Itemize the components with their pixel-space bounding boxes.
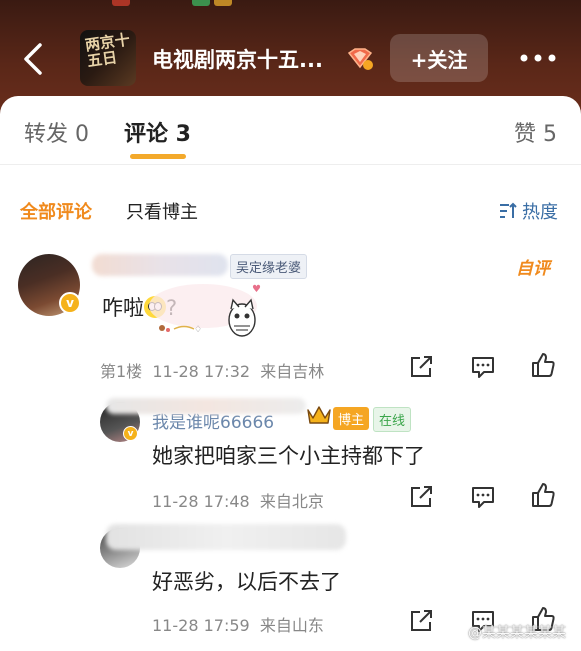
reply-time: 11-28 17:48	[152, 492, 250, 511]
comment-location: 来自吉林	[260, 362, 325, 381]
comment-icon[interactable]	[470, 354, 496, 380]
reply-meta: 11-28 17:59 来自山东	[152, 612, 324, 636]
sort-by-heat-button[interactable]: 热度	[498, 198, 558, 224]
more-icon[interactable]	[518, 52, 558, 64]
like-icon[interactable]	[530, 482, 556, 508]
verified-icon: v	[59, 292, 81, 314]
filter-all-comments[interactable]: 全部评论	[20, 198, 92, 224]
blogger-tag: 博主	[333, 407, 370, 430]
share-icon[interactable]	[408, 484, 434, 510]
status-bar	[0, 0, 581, 14]
reply-meta: 11-28 17:48 来自北京	[152, 488, 324, 512]
author-pick-tag: 自评	[516, 259, 550, 279]
tab-comments[interactable]: 评论 3	[124, 116, 191, 148]
blurred-username[interactable]	[92, 254, 228, 276]
status-icon	[112, 0, 130, 6]
share-icon[interactable]	[408, 608, 434, 634]
comment-time: 11-28 17:32	[152, 362, 251, 381]
reply-location: 来自北京	[259, 492, 324, 511]
channel-avatar[interactable]: 两京十五日	[80, 30, 136, 86]
active-tab-indicator	[130, 154, 186, 159]
status-icon	[192, 0, 210, 6]
tab-reposts[interactable]: 转发 0	[24, 116, 89, 148]
weibo-icon	[444, 625, 463, 640]
verified-icon: v	[123, 426, 138, 441]
floor-number: 第1楼	[100, 362, 143, 381]
svg-text:♥: ♥	[252, 284, 261, 295]
reply-location: 来自山东	[259, 616, 324, 635]
svg-text:♢: ♢	[194, 325, 202, 335]
watermark-text: @某某某某某某	[468, 625, 566, 641]
sort-label: 热度	[522, 202, 558, 223]
comment-meta: 第1楼 11-28 17:32 来自吉林	[100, 358, 324, 382]
channel-title[interactable]: 电视剧两京十五...	[152, 44, 323, 74]
share-icon[interactable]	[408, 354, 434, 380]
crown-icon	[307, 406, 331, 424]
watermark: @某某某某某某	[444, 622, 566, 642]
cat-sticker-icon: ♢ ♥	[149, 284, 261, 337]
status-icon	[214, 0, 232, 6]
blurred-username[interactable]	[106, 524, 346, 550]
back-icon[interactable]	[18, 42, 48, 76]
fan-tag[interactable]: 吴定缘老婆	[230, 254, 308, 279]
sort-icon	[500, 202, 517, 218]
comment-text-content: 咋啦	[102, 296, 144, 320]
username-blur-overlay	[106, 398, 306, 414]
follow-button[interactable]: +关注	[390, 34, 488, 82]
tab-likes[interactable]: 赞 5	[514, 116, 557, 148]
reply-text: 好恶劣，以后不去了	[152, 570, 341, 594]
vip-badge-icon	[347, 48, 373, 70]
reply-time: 11-28 17:59	[152, 616, 250, 635]
divider	[0, 164, 581, 165]
like-icon[interactable]	[530, 352, 556, 378]
comment-icon[interactable]	[470, 484, 496, 510]
filter-blogger-only[interactable]: 只看博主	[126, 198, 198, 224]
channel-avatar-text: 两京十五日	[83, 30, 131, 71]
reply-text: 她家把咱家三个小主持都下了	[152, 444, 425, 468]
online-tag: 在线	[373, 407, 412, 432]
